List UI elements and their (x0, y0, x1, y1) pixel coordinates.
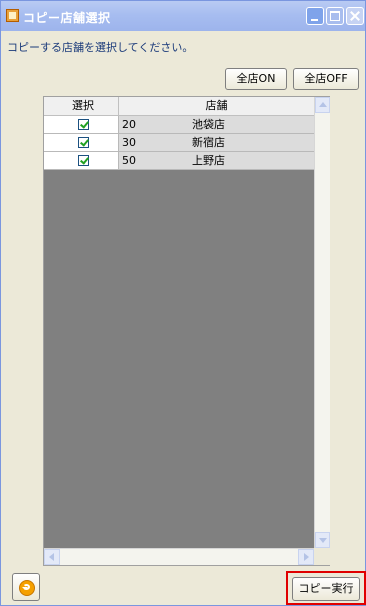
column-header-store[interactable]: 店舗 (119, 97, 314, 115)
scroll-left-icon[interactable] (44, 549, 60, 565)
select-checkbox[interactable] (78, 155, 89, 166)
store-code-cell[interactable]: 30 (119, 134, 189, 151)
close-button[interactable] (346, 7, 364, 25)
store-code-cell[interactable]: 20 (119, 116, 189, 133)
scroll-up-icon[interactable] (315, 97, 330, 113)
scroll-right-icon[interactable] (298, 549, 314, 565)
app-icon (6, 9, 19, 22)
table-row[interactable]: 50 上野店 (44, 152, 314, 170)
copy-store-dialog: コピー店舗選択 コピーする店舗を選択してください。 全店ON 全店OFF 選択 … (0, 0, 366, 606)
table-row[interactable]: 30 新宿店 (44, 134, 314, 152)
table-row[interactable]: 20 池袋店 (44, 116, 314, 134)
horizontal-scrollbar[interactable] (44, 548, 314, 565)
select-cell[interactable] (48, 152, 119, 169)
maximize-button[interactable] (326, 7, 344, 25)
column-header-select[interactable]: 選択 (48, 97, 119, 115)
select-checkbox[interactable] (78, 137, 89, 148)
back-arrow-icon (19, 580, 35, 596)
exec-highlight: コピー実行 (286, 571, 366, 605)
title-bar[interactable]: コピー店舗選択 (1, 1, 365, 31)
store-name-cell[interactable]: 上野店 (189, 152, 314, 169)
store-grid[interactable]: 選択 店舗 20 池袋店 30 新宿店 50 上野店 (43, 96, 330, 566)
scrollbar-corner (314, 548, 330, 565)
all-stores-off-button[interactable]: 全店OFF (293, 68, 359, 90)
scroll-down-icon[interactable] (315, 532, 330, 548)
window-title: コピー店舗選択 (23, 11, 111, 25)
all-stores-on-button[interactable]: 全店ON (225, 68, 287, 90)
copy-execute-button[interactable]: コピー実行 (292, 577, 360, 601)
store-code-cell[interactable]: 50 (119, 152, 189, 169)
store-name-cell[interactable]: 新宿店 (189, 134, 314, 151)
minimize-button[interactable] (306, 7, 324, 25)
grid-header: 選択 店舗 (44, 97, 314, 116)
select-checkbox[interactable] (78, 119, 89, 130)
select-cell[interactable] (48, 134, 119, 151)
back-button[interactable] (12, 573, 40, 601)
instruction-label: コピーする店舗を選択してください。 (7, 41, 194, 54)
vertical-scrollbar[interactable] (314, 97, 330, 548)
select-cell[interactable] (48, 116, 119, 133)
store-name-cell[interactable]: 池袋店 (189, 116, 314, 133)
